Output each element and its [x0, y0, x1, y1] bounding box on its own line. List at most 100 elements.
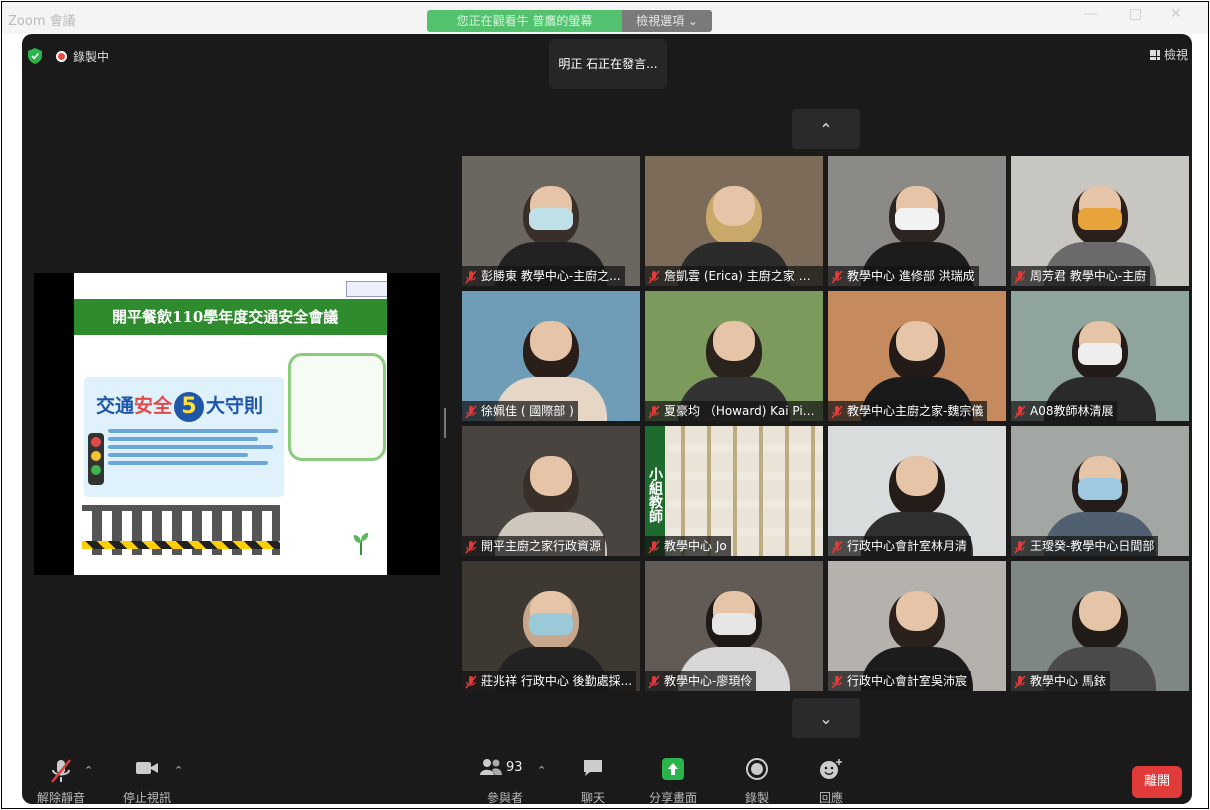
microphone-muted-icon — [1014, 404, 1026, 419]
participant-tile[interactable]: 行政中心會計室林月清 — [828, 426, 1006, 556]
participant-gallery: 彭勝東 教學中心-主廚之... 詹凱雲 (Erica) 主廚之家 餐... 教學中心… — [462, 156, 1190, 691]
participant-name: 教學中心-廖頊伶 — [664, 674, 753, 688]
participant-name-label: 教學中心 馬銥 — [1011, 671, 1110, 691]
microphone-muted-icon — [1014, 674, 1026, 689]
meeting-toolbar: 解除靜音 ⌃ 停止視訊 ⌃ 93 參與者 ⌃ 聊天 分享畫面 錄製 回應 離開 — [22, 744, 1192, 804]
gallery-view-button[interactable]: 檢視 — [1149, 46, 1188, 63]
participant-tile[interactable]: 教學中心主廚之家-魏宗儀 — [828, 291, 1006, 421]
window-title: Zoom 會議 — [8, 14, 76, 29]
microphone-muted-icon — [465, 404, 477, 419]
gallery-up-button[interactable]: ⌃ — [792, 109, 860, 149]
reactions-label: 回應 — [818, 791, 844, 804]
participant-name: 徐姵佳 ( 國際部 ) — [481, 404, 574, 418]
share-screen-label: 分享畫面 — [648, 791, 698, 804]
video-options-caret[interactable]: ⌃ — [174, 764, 183, 777]
participant-name: 莊兆祥 行政中心 後勤處採... — [481, 674, 633, 688]
participant-tile[interactable]: 夏豪均 （Howard) Kai Ping ... — [645, 291, 823, 421]
microphone-muted-icon — [1014, 539, 1026, 554]
active-speaker-label: 明正 石正在發言... — [549, 39, 667, 89]
participant-tile[interactable]: 彭勝東 教學中心-主廚之... — [462, 156, 640, 286]
microphone-muted-icon — [648, 674, 660, 689]
shared-screen[interactable]: 開平餐飲110學年度交通安全會議 交通安全 5 大守則 — [34, 273, 440, 575]
participant-name: 夏豪均 （Howard) Kai Ping ... — [664, 404, 823, 418]
share-screen-button[interactable]: 分享畫面 — [649, 758, 697, 804]
participant-name-label: 周芳君 教學中心-主廚 — [1011, 266, 1151, 286]
participant-name-label: 教學中心主廚之家-魏宗儀 — [828, 401, 988, 421]
participant-tile[interactable]: 開平主廚之家行政資源 — [462, 426, 640, 556]
record-dot-icon — [56, 51, 67, 62]
chevron-up-icon: ⌃ — [819, 119, 833, 139]
participant-tile[interactable]: 詹凱雲 (Erica) 主廚之家 餐... — [645, 156, 823, 286]
unmute-button[interactable]: 解除靜音 — [37, 758, 85, 804]
shield-icon[interactable] — [28, 48, 42, 64]
participant-tile[interactable]: 教學中心-廖頊伶 — [645, 561, 823, 691]
participant-name-label: A08教師林清展 — [1011, 401, 1118, 421]
participant-name: 教學中心主廚之家-魏宗儀 — [847, 404, 984, 418]
record-icon — [746, 758, 768, 780]
leave-meeting-button[interactable]: 離開 — [1132, 766, 1182, 798]
audio-options-caret[interactable]: ⌃ — [84, 764, 93, 777]
participants-button[interactable]: 93 參與者 — [480, 758, 530, 804]
slide-bubble-illustration — [288, 353, 386, 461]
slide-rules-list — [108, 429, 278, 469]
sprout-icon — [353, 533, 369, 555]
participant-tile[interactable]: 周芳君 教學中心-主廚 — [1011, 156, 1189, 286]
participants-label: 參與者 — [486, 791, 524, 804]
participants-options-caret[interactable]: ⌃ — [537, 764, 546, 777]
participant-name-label: 行政中心會計室吳沛宸 — [828, 671, 972, 691]
reactions-button[interactable]: 回應 — [816, 758, 846, 804]
chevron-down-icon: ⌄ — [819, 708, 833, 728]
maximize-button[interactable]: □ — [1129, 6, 1142, 22]
zoom-window: Zoom 會議 — □ ✕ 您正在觀看牛 普鷹的螢幕 檢視選項 ⌄ 錄製中 明正… — [1, 1, 1209, 809]
screen-share-banner: 您正在觀看牛 普鷹的螢幕 — [427, 10, 622, 32]
unmute-label: 解除靜音 — [36, 791, 86, 804]
share-screen-icon — [662, 758, 684, 780]
gallery-view-label: 檢視 — [1163, 48, 1188, 62]
participants-icon — [480, 759, 502, 775]
microphone-muted-icon — [831, 539, 843, 554]
participant-name-label: 莊兆祥 行政中心 後勤處採... — [462, 671, 637, 691]
split-divider-handle[interactable] — [444, 408, 446, 438]
participant-tile[interactable]: 行政中心會計室吳沛宸 — [828, 561, 1006, 691]
hazard-stripe — [82, 541, 280, 549]
slide-heading-part-c: 大守則 — [206, 395, 264, 417]
participant-name-label: 詹凱雲 (Erica) 主廚之家 餐... — [645, 266, 823, 286]
mini-window-thumbnail — [346, 281, 387, 297]
microphone-muted-icon — [465, 269, 477, 284]
participant-name: 周芳君 教學中心-主廚 — [1030, 269, 1147, 283]
close-button[interactable]: ✕ — [1170, 6, 1182, 22]
minimize-button[interactable]: — — [1084, 6, 1098, 22]
participant-tile[interactable]: 教學中心 馬銥 — [1011, 561, 1189, 691]
participant-name: 行政中心會計室林月清 — [847, 539, 968, 553]
stop-video-button[interactable]: 停止視訊 — [123, 758, 171, 804]
record-button[interactable]: 錄製 — [742, 758, 772, 804]
participant-tile[interactable]: 徐姵佳 ( 國際部 ) — [462, 291, 640, 421]
chat-button[interactable]: 聊天 — [578, 758, 608, 804]
participant-name-label: 開平主廚之家行政資源 — [462, 536, 606, 556]
recording-indicator[interactable]: 錄製中 — [56, 48, 109, 65]
slide-heading-five: 5 — [174, 391, 205, 422]
participant-tile[interactable]: 小組教師 教學中心 Jo — [645, 426, 823, 556]
view-options-button[interactable]: 檢視選項 ⌄ — [622, 10, 712, 32]
slide-heading: 交通安全 5 大守則 — [96, 391, 263, 422]
participant-name-label: 夏豪均 （Howard) Kai Ping ... — [645, 401, 823, 421]
participant-tile[interactable]: 莊兆祥 行政中心 後勤處採... — [462, 561, 640, 691]
participant-name: A08教師林清展 — [1030, 404, 1114, 418]
microphone-muted-icon — [831, 404, 843, 419]
participant-tile[interactable]: A08教師林清展 — [1011, 291, 1189, 421]
participant-tile[interactable]: 王璦癸-教學中心日間部 — [1011, 426, 1189, 556]
participant-name: 詹凱雲 (Erica) 主廚之家 餐... — [664, 269, 823, 283]
grid-icon — [1149, 49, 1160, 60]
microphone-muted-icon — [465, 539, 477, 554]
participant-name-label: 徐姵佳 ( 國際部 ) — [462, 401, 578, 421]
record-label: 錄製 — [744, 791, 770, 804]
participant-name: 彭勝東 教學中心-主廚之... — [481, 269, 621, 283]
participant-name-label: 教學中心 進修部 洪瑞成 — [828, 266, 979, 286]
participant-name: 教學中心 Jo — [664, 539, 727, 553]
gallery-down-button[interactable]: ⌄ — [792, 698, 860, 738]
participant-name: 教學中心 馬銥 — [1030, 674, 1106, 688]
participant-name-label: 教學中心 Jo — [645, 536, 731, 556]
participant-tile[interactable]: 教學中心 進修部 洪瑞成 — [828, 156, 1006, 286]
participant-name-label: 彭勝東 教學中心-主廚之... — [462, 266, 625, 286]
recording-label: 錄製中 — [73, 50, 110, 64]
